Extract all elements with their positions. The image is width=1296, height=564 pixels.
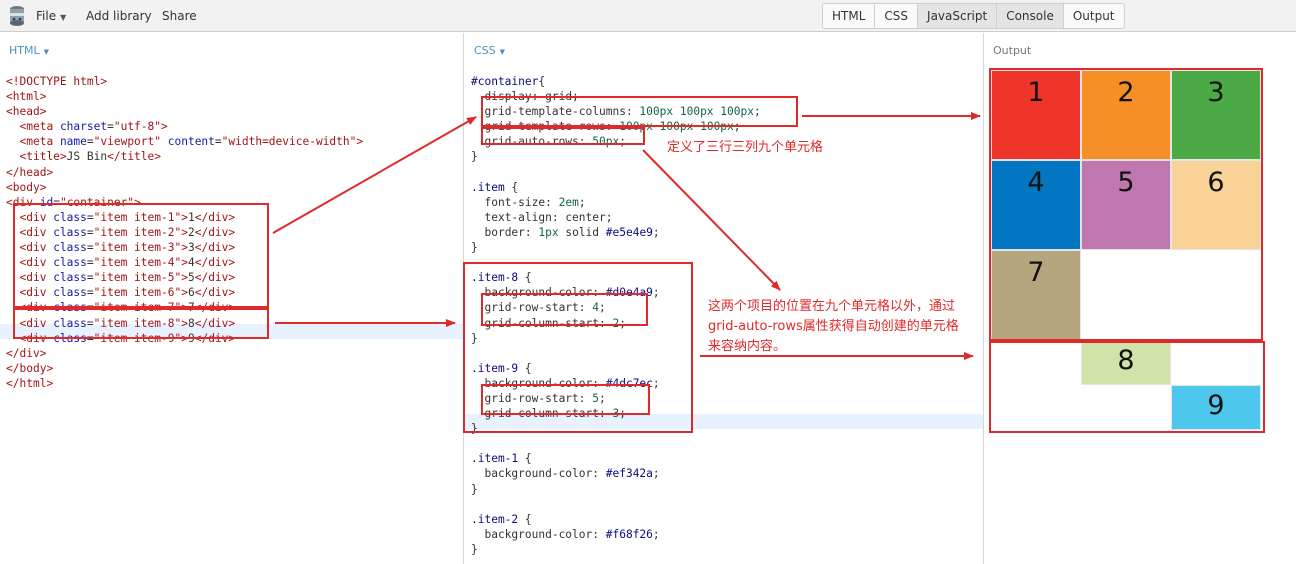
annotation-box-items-1-7 [13, 203, 269, 308]
html-code-line: <meta charset="utf-8"> [19, 120, 168, 134]
annotation-box-explicit-grid [989, 68, 1263, 341]
annotation-note-explicit-grid: 定义了三行三列九个单元格 [667, 140, 824, 155]
css-panel-menu[interactable]: CSS ▼ [474, 44, 505, 57]
html-panel-label: HTML [9, 44, 40, 57]
html-code-line: <title>JS Bin</title> [19, 150, 162, 164]
css-code-line: border: 1px solid #e5e4e9; [484, 225, 660, 239]
html-code-line: <!DOCTYPE html> [6, 75, 108, 88]
annotation-note-line: 来容纳内容。 [708, 339, 787, 354]
css-code-line [471, 497, 761, 512]
file-menu-label: File [36, 9, 57, 23]
jsbin-logo-icon[interactable] [8, 5, 26, 27]
css-code-line [471, 165, 761, 180]
css-code-line: #container{ [471, 75, 546, 88]
html-code-line: <html> [6, 90, 47, 104]
annotation-note-line: 这两个项目的位置在九个单元格以外，通过 [708, 299, 956, 314]
css-code-line: .item-1 { [471, 452, 532, 466]
annotation-box-auto-rows [481, 127, 645, 145]
chevron-down-icon: ▼ [499, 48, 506, 56]
html-code-line: <meta name="viewport" content="width=dev… [19, 135, 364, 149]
css-code-line: } [471, 241, 478, 255]
annotation-note-line: grid-auto-rows属性获得自动创建的单元格 [708, 319, 959, 334]
tab-output[interactable]: Output [1063, 4, 1124, 28]
share-button[interactable]: Share [162, 9, 197, 23]
html-code-line: </head> [6, 165, 54, 179]
annotation-box-items-8-9 [13, 308, 269, 339]
annotation-box-template [481, 96, 798, 127]
html-code-line: <head> [6, 105, 47, 119]
annotation-note-implicit-grid: 这两个项目的位置在九个单元格以外，通过 grid-auto-rows属性获得自动… [708, 297, 959, 357]
toolbar: File ▼ Add library Share HTML CSS JavaScr… [0, 0, 1296, 32]
html-code-line: </div> [6, 346, 47, 360]
css-code-line: text-align: center; [484, 210, 613, 224]
tab-css[interactable]: CSS [875, 4, 919, 28]
panel-tabs: HTML CSS JavaScript Console Output [822, 3, 1125, 29]
tab-console[interactable]: Console [997, 4, 1064, 28]
css-code-line: font-size: 2em; [484, 195, 586, 209]
annotation-box-implicit-grid [989, 341, 1265, 433]
html-code-line: </html> [6, 376, 54, 390]
css-code-line [471, 436, 761, 451]
css-code-line: background-color: #f68f26; [484, 527, 660, 541]
chevron-down-icon: ▼ [43, 48, 50, 56]
css-code-line: background-color: #ef342a; [484, 467, 660, 481]
annotation-box-item9-placement [481, 384, 650, 415]
css-code-line: .item { [471, 180, 519, 194]
css-code-line: } [471, 482, 478, 496]
css-code-line: } [471, 542, 478, 556]
tab-html[interactable]: HTML [823, 4, 876, 28]
html-panel-menu[interactable]: HTML ▼ [9, 44, 49, 57]
css-panel-label: CSS [474, 44, 496, 57]
output-panel-label: Output [993, 44, 1032, 57]
html-code-line: <body> [6, 180, 47, 194]
add-library-button[interactable]: Add library [86, 9, 152, 23]
css-code-line: .item-2 { [471, 512, 532, 526]
tab-javascript[interactable]: JavaScript [918, 4, 998, 28]
html-code-line: </body> [6, 361, 54, 375]
annotation-box-item8-placement [481, 293, 648, 326]
file-menu[interactable]: File ▼ [36, 9, 66, 23]
chevron-down-icon: ▼ [60, 13, 67, 22]
